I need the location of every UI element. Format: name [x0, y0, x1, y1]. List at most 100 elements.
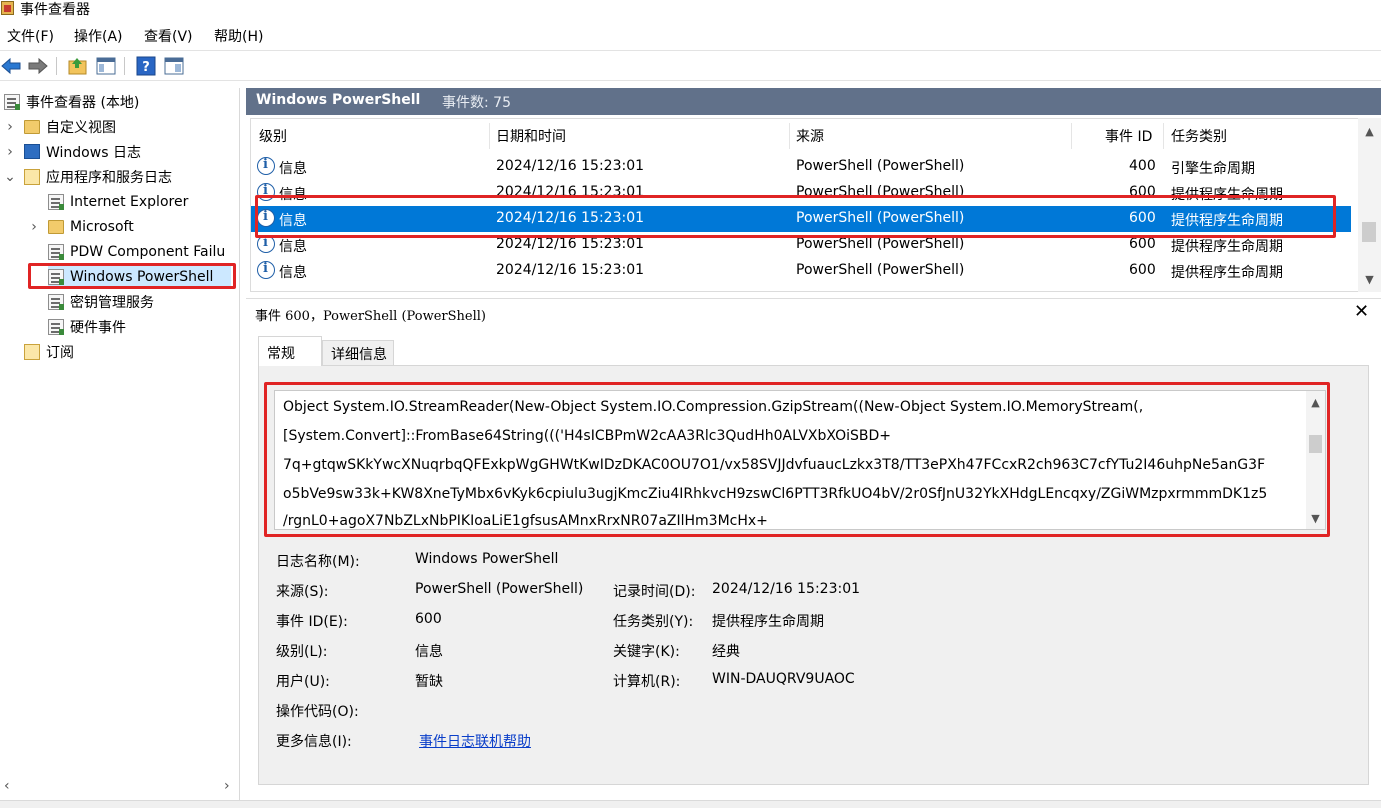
menu-action[interactable]: 操作(A) [74, 26, 123, 46]
preview-pane-icon[interactable] [163, 55, 185, 77]
value-computer[interactable]: WIN-DAUQRV9UAOC [712, 671, 855, 687]
event-count: 事件数: 75 [442, 95, 511, 111]
column-divider[interactable] [1071, 123, 1072, 149]
navigation-tree: 事件查看器 (本地) › 自定义视图 › Windows 日志 ⌄ 应用程序和服… [0, 88, 240, 802]
tree-item-hardware-events[interactable]: 硬件事件 [48, 314, 126, 339]
column-header-datetime[interactable]: 日期和时间 [496, 126, 566, 146]
column-divider[interactable] [1163, 123, 1164, 149]
scroll-down-icon[interactable]: ▼ [1358, 270, 1381, 290]
message-line: o5bVe9sw33k+KW8XneTyMbx6vKyk6cpiulu3ugjK… [283, 486, 1268, 502]
scroll-down-icon[interactable]: ▼ [1306, 509, 1325, 529]
table-vertical-scrollbar[interactable]: ▲ ▼ [1358, 118, 1381, 292]
log-title: Windows PowerShell [256, 92, 421, 108]
message-line: /rgnL0+agoX7NbZLxNbPIKIoaLiE1gfsusAMnxRr… [283, 513, 768, 529]
label-computer: 计算机(R): [613, 674, 681, 690]
menu-bar: 文件(F) 操作(A) 查看(V) 帮助(H) [0, 22, 1381, 48]
scroll-right-icon[interactable]: › [224, 778, 230, 794]
folder-icon [24, 119, 40, 134]
scrollbar-thumb[interactable] [1309, 435, 1322, 453]
label-user: 用户(U): [276, 674, 330, 690]
column-header-category[interactable]: 任务类别 [1171, 126, 1227, 146]
chevron-down-icon[interactable]: ⌄ [4, 164, 16, 189]
title-bar: 事件查看器 [0, 0, 1381, 20]
back-icon[interactable] [0, 55, 22, 77]
event-log-icon [48, 193, 64, 210]
svg-text:?: ? [142, 60, 150, 75]
toolbar: ? [0, 52, 1381, 80]
label-task-category: 任务类别(Y): [613, 614, 694, 630]
tree-item-windows-logs[interactable]: Windows 日志 [24, 139, 141, 164]
tree-item-pdw-component[interactable]: PDW Component Failu [48, 239, 238, 264]
event-table: 级别 日期和时间 来源 事件 ID 任务类别 信息 2024/12/16 15:… [250, 118, 1381, 292]
tree-item-custom-views[interactable]: 自定义视图 [24, 114, 116, 139]
show-pane-icon[interactable] [95, 55, 117, 77]
value-logged[interactable]: 2024/12/16 15:23:01 [712, 581, 860, 597]
tree-item-microsoft[interactable]: Microsoft [48, 214, 134, 239]
windows-logs-icon [24, 144, 40, 159]
event-message-box[interactable]: Object System.IO.StreamReader(New-Object… [274, 390, 1326, 530]
menu-file[interactable]: 文件(F) [7, 26, 54, 46]
subscriptions-icon [24, 343, 40, 360]
tab-details[interactable]: 详细信息 [322, 340, 394, 366]
label-opcode: 操作代码(O): [276, 704, 359, 720]
log-header: Windows PowerShell 事件数: 75 [246, 88, 1381, 115]
column-divider[interactable] [489, 123, 490, 149]
folder-icon [48, 219, 64, 234]
value-task-category[interactable]: 提供程序生命周期 [712, 611, 824, 631]
table-row[interactable]: 信息 2024/12/16 15:23:01 PowerShell (Power… [251, 258, 1351, 284]
message-line: 7q+gtqwSKkYwcXNuqrbqQFExkpWgGHWtKwIDzDKA… [283, 457, 1266, 473]
tree-item-internet-explorer[interactable]: Internet Explorer [48, 189, 188, 214]
value-keywords[interactable]: 经典 [712, 641, 740, 661]
scroll-up-icon[interactable]: ▲ [1358, 122, 1381, 142]
label-logged: 记录时间(D): [613, 584, 696, 600]
tree-item-app-service-logs[interactable]: 应用程序和服务日志 [24, 164, 172, 189]
scrollbar-thumb[interactable] [1362, 222, 1376, 242]
table-row[interactable]: 信息 2024/12/16 15:23:01 PowerShell (Power… [251, 180, 1351, 201]
value-source[interactable]: PowerShell (PowerShell) [415, 581, 583, 597]
column-divider[interactable] [789, 123, 790, 149]
close-icon[interactable]: ✕ [1354, 301, 1369, 322]
tree-item-key-management[interactable]: 密钥管理服务 [48, 289, 154, 314]
table-row-selected[interactable]: 信息 2024/12/16 15:23:01 PowerShell (Power… [251, 206, 1351, 232]
event-viewer-icon [1, 1, 14, 15]
value-level[interactable]: 信息 [415, 641, 443, 661]
value-log-name[interactable]: Windows PowerShell [415, 551, 558, 567]
folder-icon [24, 168, 40, 185]
column-header-event-id[interactable]: 事件 ID [1105, 126, 1152, 146]
help-icon[interactable]: ? [135, 55, 157, 77]
info-icon [257, 209, 275, 227]
up-folder-icon[interactable] [67, 55, 89, 77]
info-icon [257, 261, 275, 279]
value-event-id[interactable]: 600 [415, 611, 442, 627]
scroll-left-icon[interactable]: ‹ [4, 778, 10, 794]
value-user[interactable]: 暂缺 [415, 671, 443, 691]
message-vertical-scrollbar[interactable]: ▲ ▼ [1306, 391, 1325, 529]
table-row[interactable]: 信息 2024/12/16 15:23:01 PowerShell (Power… [251, 232, 1351, 258]
column-header-source[interactable]: 来源 [796, 126, 824, 146]
table-header: 级别 日期和时间 来源 事件 ID 任务类别 [251, 119, 1361, 153]
event-log-icon [48, 318, 64, 335]
label-more-info: 更多信息(I): [276, 734, 352, 750]
column-header-level[interactable]: 级别 [259, 126, 287, 146]
event-log-icon [48, 293, 64, 310]
tab-general[interactable]: 常规 [258, 336, 322, 366]
table-row[interactable]: 信息 2024/12/16 15:23:01 PowerShell (Power… [251, 154, 1351, 180]
tree-item-root[interactable]: 事件查看器 (本地) [4, 89, 139, 114]
chevron-right-icon[interactable]: › [28, 214, 40, 239]
tree-item-windows-powershell[interactable]: Windows PowerShell [48, 264, 231, 289]
info-icon [257, 235, 275, 253]
horizontal-scrollbar[interactable]: ‹ › [0, 778, 240, 798]
event-log-icon [48, 268, 64, 285]
tree-item-subscriptions[interactable]: 订阅 [24, 339, 74, 364]
event-detail-header: 事件 600，PowerShell (PowerShell) ✕ [246, 298, 1381, 326]
menu-view[interactable]: 查看(V) [144, 26, 193, 46]
event-log-icon [4, 93, 20, 110]
info-icon [257, 183, 275, 201]
online-help-link[interactable]: 事件日志联机帮助 [419, 731, 531, 751]
chevron-right-icon[interactable]: › [4, 114, 16, 139]
forward-icon[interactable] [27, 55, 49, 77]
scroll-up-icon[interactable]: ▲ [1306, 393, 1325, 413]
toolbar-separator [124, 57, 125, 75]
menu-help[interactable]: 帮助(H) [214, 26, 263, 46]
chevron-right-icon[interactable]: › [4, 139, 16, 164]
